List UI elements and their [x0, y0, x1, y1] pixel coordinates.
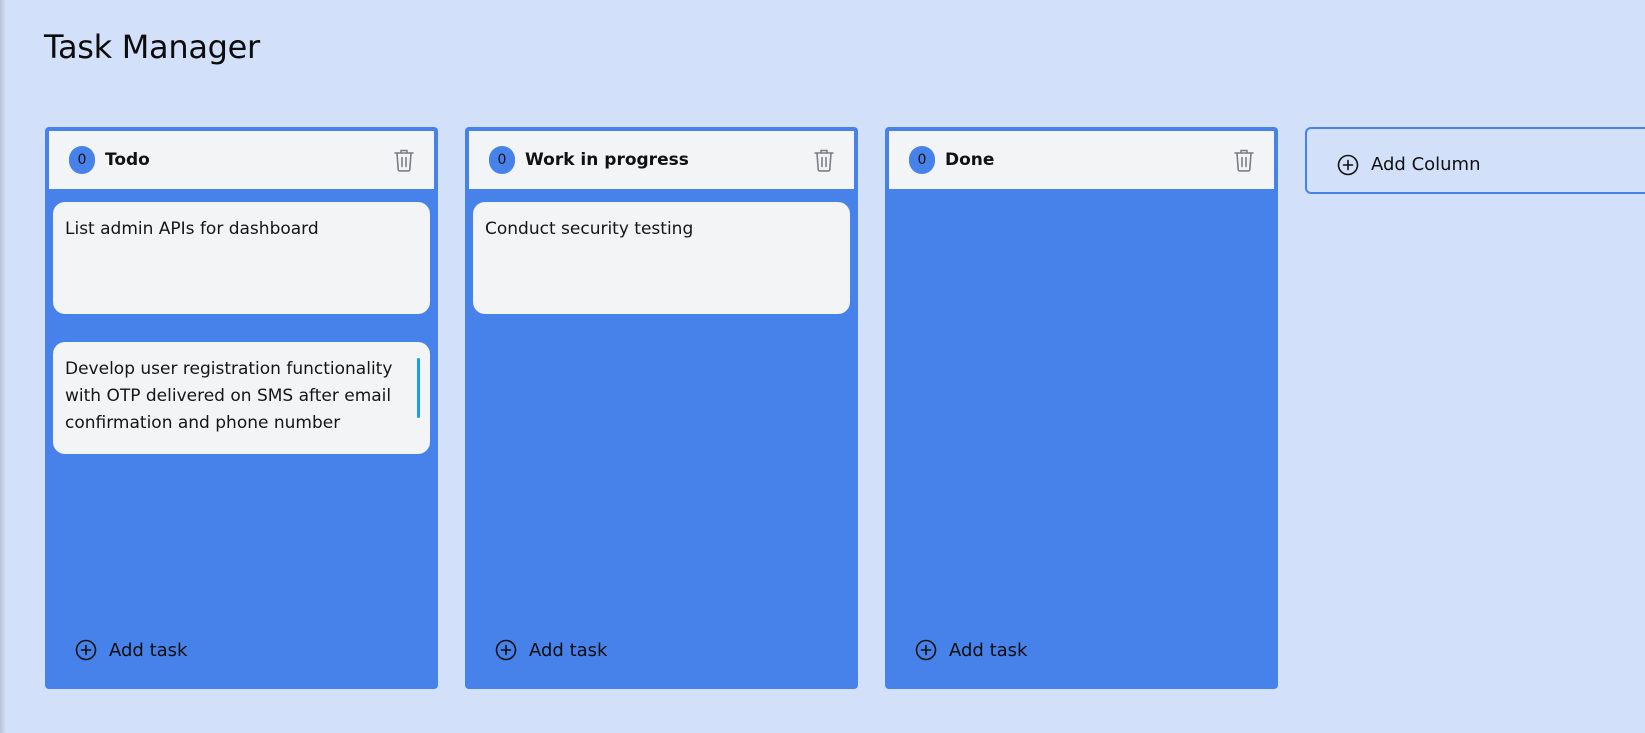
card-scrollbar[interactable]: [417, 358, 420, 418]
plus-circle-icon: [495, 639, 517, 661]
plus-circle-icon: [75, 639, 97, 661]
plus-circle-icon: [1337, 154, 1359, 175]
plus-circle-icon: [915, 639, 937, 661]
task-card[interactable]: Develop user registration functionality …: [53, 342, 430, 454]
add-task-label: Add task: [109, 639, 188, 661]
task-count-badge: 0: [909, 146, 935, 174]
column-header[interactable]: 0 Todo: [49, 131, 434, 189]
column-todo[interactable]: 0 Todo List admin APIs for dashboard Dev…: [45, 127, 438, 689]
task-list: Conduct security testing: [469, 189, 854, 314]
add-column-button[interactable]: Add Column: [1305, 127, 1645, 194]
task-list: [889, 189, 1274, 202]
task-count-badge: 0: [489, 146, 515, 174]
add-task-button[interactable]: Add task: [915, 639, 1027, 661]
column-header[interactable]: 0 Done: [889, 131, 1274, 189]
add-column-label: Add Column: [1371, 154, 1481, 175]
task-list: List admin APIs for dashboard Develop us…: [49, 189, 434, 454]
kanban-board: 0 Todo List admin APIs for dashboard Dev…: [45, 127, 1645, 689]
delete-column-button[interactable]: [810, 145, 838, 175]
trash-icon: [814, 149, 834, 172]
task-text: List admin APIs for dashboard: [65, 219, 319, 239]
task-card[interactable]: Conduct security testing: [473, 202, 850, 314]
task-card[interactable]: List admin APIs for dashboard: [53, 202, 430, 314]
add-task-button[interactable]: Add task: [495, 639, 607, 661]
add-task-label: Add task: [949, 639, 1028, 661]
add-task-label: Add task: [529, 639, 608, 661]
column-done[interactable]: 0 Done Add task: [885, 127, 1278, 689]
trash-icon: [394, 149, 414, 172]
window-edge-shadow: [0, 0, 6, 733]
task-count-badge: 0: [69, 146, 95, 174]
trash-icon: [1234, 149, 1254, 172]
delete-column-button[interactable]: [390, 145, 418, 175]
page-title: Task Manager: [44, 28, 260, 66]
column-title: Done: [945, 150, 995, 170]
add-task-button[interactable]: Add task: [75, 639, 187, 661]
column-title: Work in progress: [525, 150, 689, 170]
column-title: Todo: [105, 150, 150, 170]
delete-column-button[interactable]: [1230, 145, 1258, 175]
task-text: Conduct security testing: [485, 219, 694, 239]
task-text: Develop user registration functionality …: [65, 359, 393, 433]
column-header[interactable]: 0 Work in progress: [469, 131, 854, 189]
column-work-in-progress[interactable]: 0 Work in progress Conduct security test…: [465, 127, 858, 689]
